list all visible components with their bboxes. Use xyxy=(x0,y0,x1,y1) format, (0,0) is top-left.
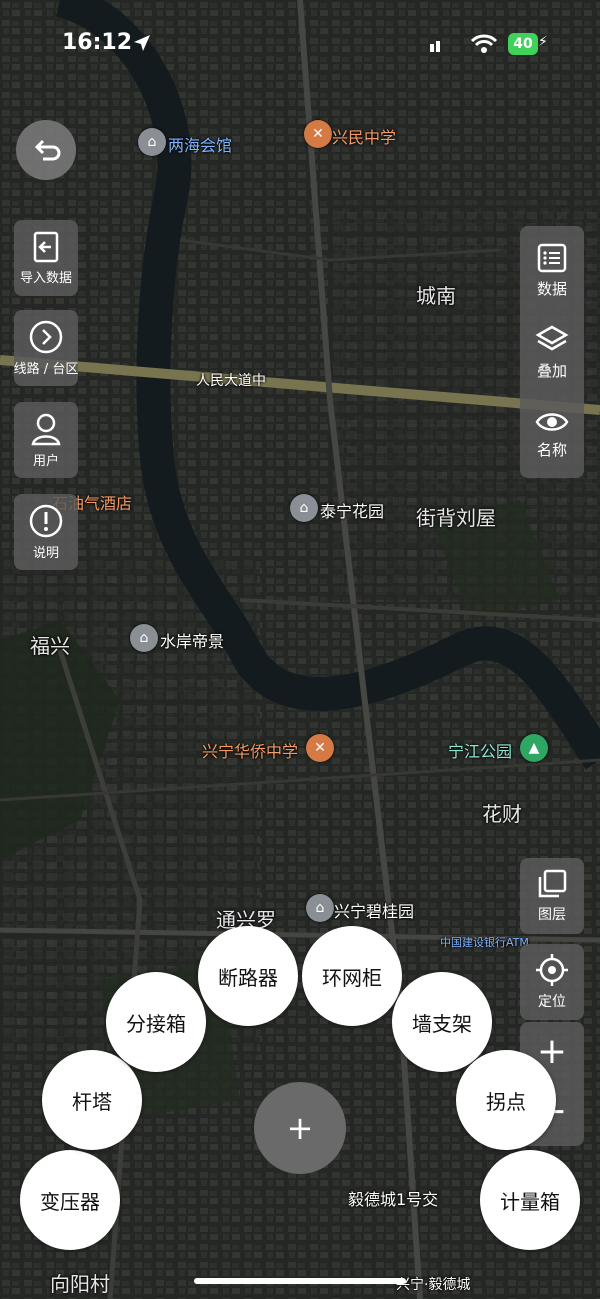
help-button[interactable]: 说明 xyxy=(14,494,78,570)
layers-label: 图层 xyxy=(538,907,566,923)
home-indicator xyxy=(194,1278,406,1284)
crosshair-icon xyxy=(536,954,568,986)
overlay-button[interactable]: 叠加 xyxy=(520,312,584,392)
import-data-label: 导入数据 xyxy=(19,270,72,286)
map-label: 水岸帝景 xyxy=(160,632,225,651)
school-icon: ✕ xyxy=(306,734,334,762)
right-toolbar: 数据 叠加 名称 xyxy=(520,226,584,478)
eye-icon xyxy=(535,412,569,431)
map-label: 毅德城1号交 xyxy=(348,1190,439,1209)
museum-icon: ⌂ xyxy=(138,128,166,156)
data-button[interactable]: 数据 xyxy=(520,230,584,310)
map-label: 花财 xyxy=(482,802,522,826)
data-label: 数据 xyxy=(536,279,567,298)
meter-box-button[interactable]: 计量箱 xyxy=(480,1150,580,1250)
map-label: 兴宁华侨中学 xyxy=(202,742,299,761)
wifi-icon xyxy=(470,34,498,53)
housing-icon: ⌂ xyxy=(290,494,318,522)
help-label: 说明 xyxy=(32,545,59,561)
wall-bracket-button[interactable]: 墙支架 xyxy=(392,972,492,1072)
cell-signal-icon xyxy=(430,41,440,52)
map-label: 宁江公园 xyxy=(448,742,513,761)
map-label: 街背刘屋 xyxy=(416,506,496,530)
housing-icon: ⌂ xyxy=(130,624,158,652)
location-arrow-icon xyxy=(134,35,150,51)
transformer-button[interactable]: 变压器 xyxy=(20,1150,120,1250)
back-button[interactable] xyxy=(16,120,76,180)
locate-button[interactable]: 定位 xyxy=(520,944,584,1020)
locate-label: 定位 xyxy=(538,994,566,1010)
map-label: 兴民中学 xyxy=(332,128,397,147)
battery-level: 40 xyxy=(508,33,538,55)
user-label: 用户 xyxy=(32,453,59,469)
undo-arrow-icon xyxy=(34,139,61,161)
chevron-right-circle-icon xyxy=(29,320,63,353)
road-label: 人民大道中 xyxy=(196,373,266,389)
overlay-label: 叠加 xyxy=(536,361,567,380)
housing-icon: ⌂ xyxy=(306,894,334,922)
line-area-button[interactable]: 线路 / 台区 xyxy=(14,310,78,386)
map-label: 中国建设银行ATM xyxy=(440,936,529,949)
user-button[interactable]: 用户 xyxy=(14,402,78,478)
status-bar: 16:12 40 ⚡ xyxy=(0,0,600,90)
add-fab-button[interactable]: + xyxy=(254,1082,346,1174)
status-time: 16:12 xyxy=(62,30,133,55)
import-data-button[interactable]: 导入数据 xyxy=(14,220,78,296)
list-icon xyxy=(537,243,567,272)
map-label: 兴宁碧桂园 xyxy=(334,902,415,921)
info-icon xyxy=(29,504,63,537)
map-label: 两海会馆 xyxy=(168,136,233,155)
user-icon xyxy=(31,413,61,445)
layers-icon xyxy=(538,869,567,898)
turning-point-button[interactable]: 拐点 xyxy=(456,1050,556,1150)
park-icon: ▲ xyxy=(520,734,548,762)
layers-stack-icon xyxy=(535,325,569,350)
school-icon: ✕ xyxy=(304,120,332,148)
names-button[interactable]: 名称 xyxy=(520,394,584,474)
map-label: 向阳村 xyxy=(50,1272,110,1296)
tower-button[interactable]: 杆塔 xyxy=(42,1050,142,1150)
charging-icon: ⚡ xyxy=(538,34,548,50)
layers-button[interactable]: 图层 xyxy=(520,858,584,934)
map-label: 城南 xyxy=(416,284,456,308)
import-icon xyxy=(33,231,59,262)
map-label: 福兴 xyxy=(30,634,70,658)
ring-main-unit-button[interactable]: 环网柜 xyxy=(302,926,402,1026)
breaker-button[interactable]: 断路器 xyxy=(198,926,298,1026)
names-label: 名称 xyxy=(536,440,567,459)
map-label: 泰宁花园 xyxy=(320,502,385,521)
junction-box-button[interactable]: 分接箱 xyxy=(106,972,206,1072)
line-area-label: 线路 / 台区 xyxy=(13,361,79,377)
map-label: 兴宁·毅德城 xyxy=(396,1277,471,1293)
